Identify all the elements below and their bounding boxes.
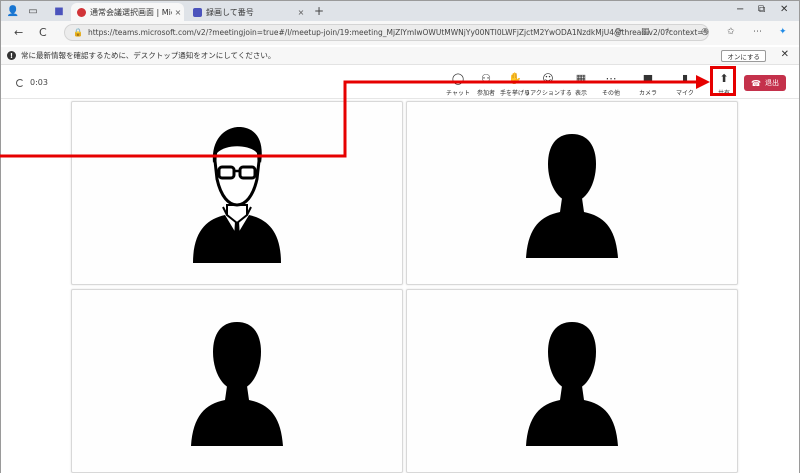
- url-field[interactable]: 🔒 https://teams.microsoft.com/v2/?meetin…: [64, 24, 709, 41]
- view-button[interactable]: ▦ 表示: [564, 72, 598, 97]
- mic-button[interactable]: ▮ マイク: [668, 72, 702, 97]
- infobar-message: 常に最新情報を確認するために、デスクトップ通知をオンにしてください。: [21, 51, 276, 60]
- person-silhouette-icon: [526, 134, 618, 258]
- tab-title: 通常会議選択画面 | Microsoft Teams: [90, 7, 172, 17]
- enable-notifications-button[interactable]: オンにする: [721, 50, 766, 62]
- leave-button[interactable]: ☎ 退出: [744, 75, 786, 91]
- tab-second[interactable]: 録画して番号 ×: [187, 3, 307, 21]
- camera-icon: ■: [642, 72, 654, 85]
- leave-label: 退出: [764, 79, 779, 87]
- close-window-button[interactable]: ✕: [780, 4, 788, 15]
- tool-label: マイク: [676, 90, 694, 97]
- timer-text: 0:03: [30, 78, 48, 87]
- notification-infobar: ! 常に最新情報を確認するために、デスクトップ通知をオンにしてください。 オンに…: [1, 47, 799, 65]
- share-highlight-box: [710, 66, 736, 96]
- settings-more-icon[interactable]: ⋯: [753, 27, 762, 37]
- refresh-site-icon[interactable]: ⟳: [615, 27, 623, 37]
- participant-tile[interactable]: [71, 101, 403, 285]
- tab-close-icon[interactable]: ×: [172, 8, 184, 17]
- more-button[interactable]: ⋯ その他: [594, 72, 628, 97]
- person-silhouette-icon: [526, 322, 618, 446]
- teams-icon: ■: [54, 5, 64, 17]
- minimize-button[interactable]: −: [736, 4, 744, 15]
- reload-button[interactable]: C: [39, 26, 47, 39]
- recording-icon: [77, 7, 86, 17]
- participant-tile[interactable]: [406, 289, 738, 473]
- hang-up-icon: ☎: [751, 78, 761, 88]
- new-tab-button[interactable]: +: [314, 4, 324, 18]
- tab-close-icon[interactable]: ×: [295, 8, 307, 17]
- tool-label: 参加者: [476, 90, 495, 97]
- raise-hand-icon: ✋: [508, 72, 522, 85]
- profile-icon[interactable]: 👤: [7, 5, 19, 17]
- reaction-button[interactable]: ☺ リアクションする: [524, 72, 572, 97]
- tool-label: 表示: [574, 90, 587, 97]
- tab-teams-meeting[interactable]: 通常会議選択画面 | Microsoft Teams ×: [71, 3, 184, 21]
- tab-strip: 👤 ▭ ■ 通常会議選択画面 | Microsoft Teams × 録画して番…: [1, 1, 799, 21]
- favorite-star-icon[interactable]: ☆: [664, 27, 672, 37]
- infobar-close-button[interactable]: ✕: [781, 49, 789, 60]
- chat-icon: ◯: [451, 72, 465, 85]
- favorites-bar-icon[interactable]: ✩: [727, 27, 735, 37]
- participant-tile[interactable]: [71, 289, 403, 473]
- meeting-toolbar: 0:03 ◯ チャット ⚇ 参加者 ✋ 手を挙げる ☺ リアクションする ▦ 表…: [1, 66, 799, 99]
- back-button[interactable]: ←: [14, 26, 23, 39]
- tool-label: チャット: [446, 90, 470, 97]
- lock-icon: 🔒: [73, 28, 83, 37]
- tool-label: その他: [601, 90, 620, 97]
- tab-actions-icon[interactable]: ▭: [27, 5, 39, 17]
- info-icon: !: [7, 51, 16, 60]
- reader-icon[interactable]: ▤: [641, 27, 650, 37]
- tool-label: カメラ: [638, 90, 657, 97]
- view-icon: ▦: [575, 72, 587, 85]
- timer-icon: [16, 78, 24, 87]
- extensions-icon[interactable]: ◎: [701, 27, 709, 37]
- participant-tile[interactable]: [406, 101, 738, 285]
- mic-icon: ▮: [681, 72, 689, 85]
- camera-button[interactable]: ■ カメラ: [631, 72, 665, 97]
- businessman-avatar-icon: [193, 127, 281, 263]
- copilot-icon[interactable]: ✦: [779, 27, 787, 37]
- person-silhouette-icon: [191, 322, 283, 446]
- tab-title: 録画して番号: [206, 7, 254, 17]
- teams-favicon-icon: [193, 7, 202, 17]
- meeting-timer: 0:03: [16, 78, 48, 87]
- people-icon: ⚇: [481, 72, 491, 85]
- more-icon: ⋯: [605, 72, 617, 85]
- reaction-icon: ☺: [542, 72, 554, 85]
- address-bar: ← C 🔒 https://teams.microsoft.com/v2/?me…: [1, 21, 799, 45]
- maximize-button[interactable]: ⧉: [758, 4, 765, 15]
